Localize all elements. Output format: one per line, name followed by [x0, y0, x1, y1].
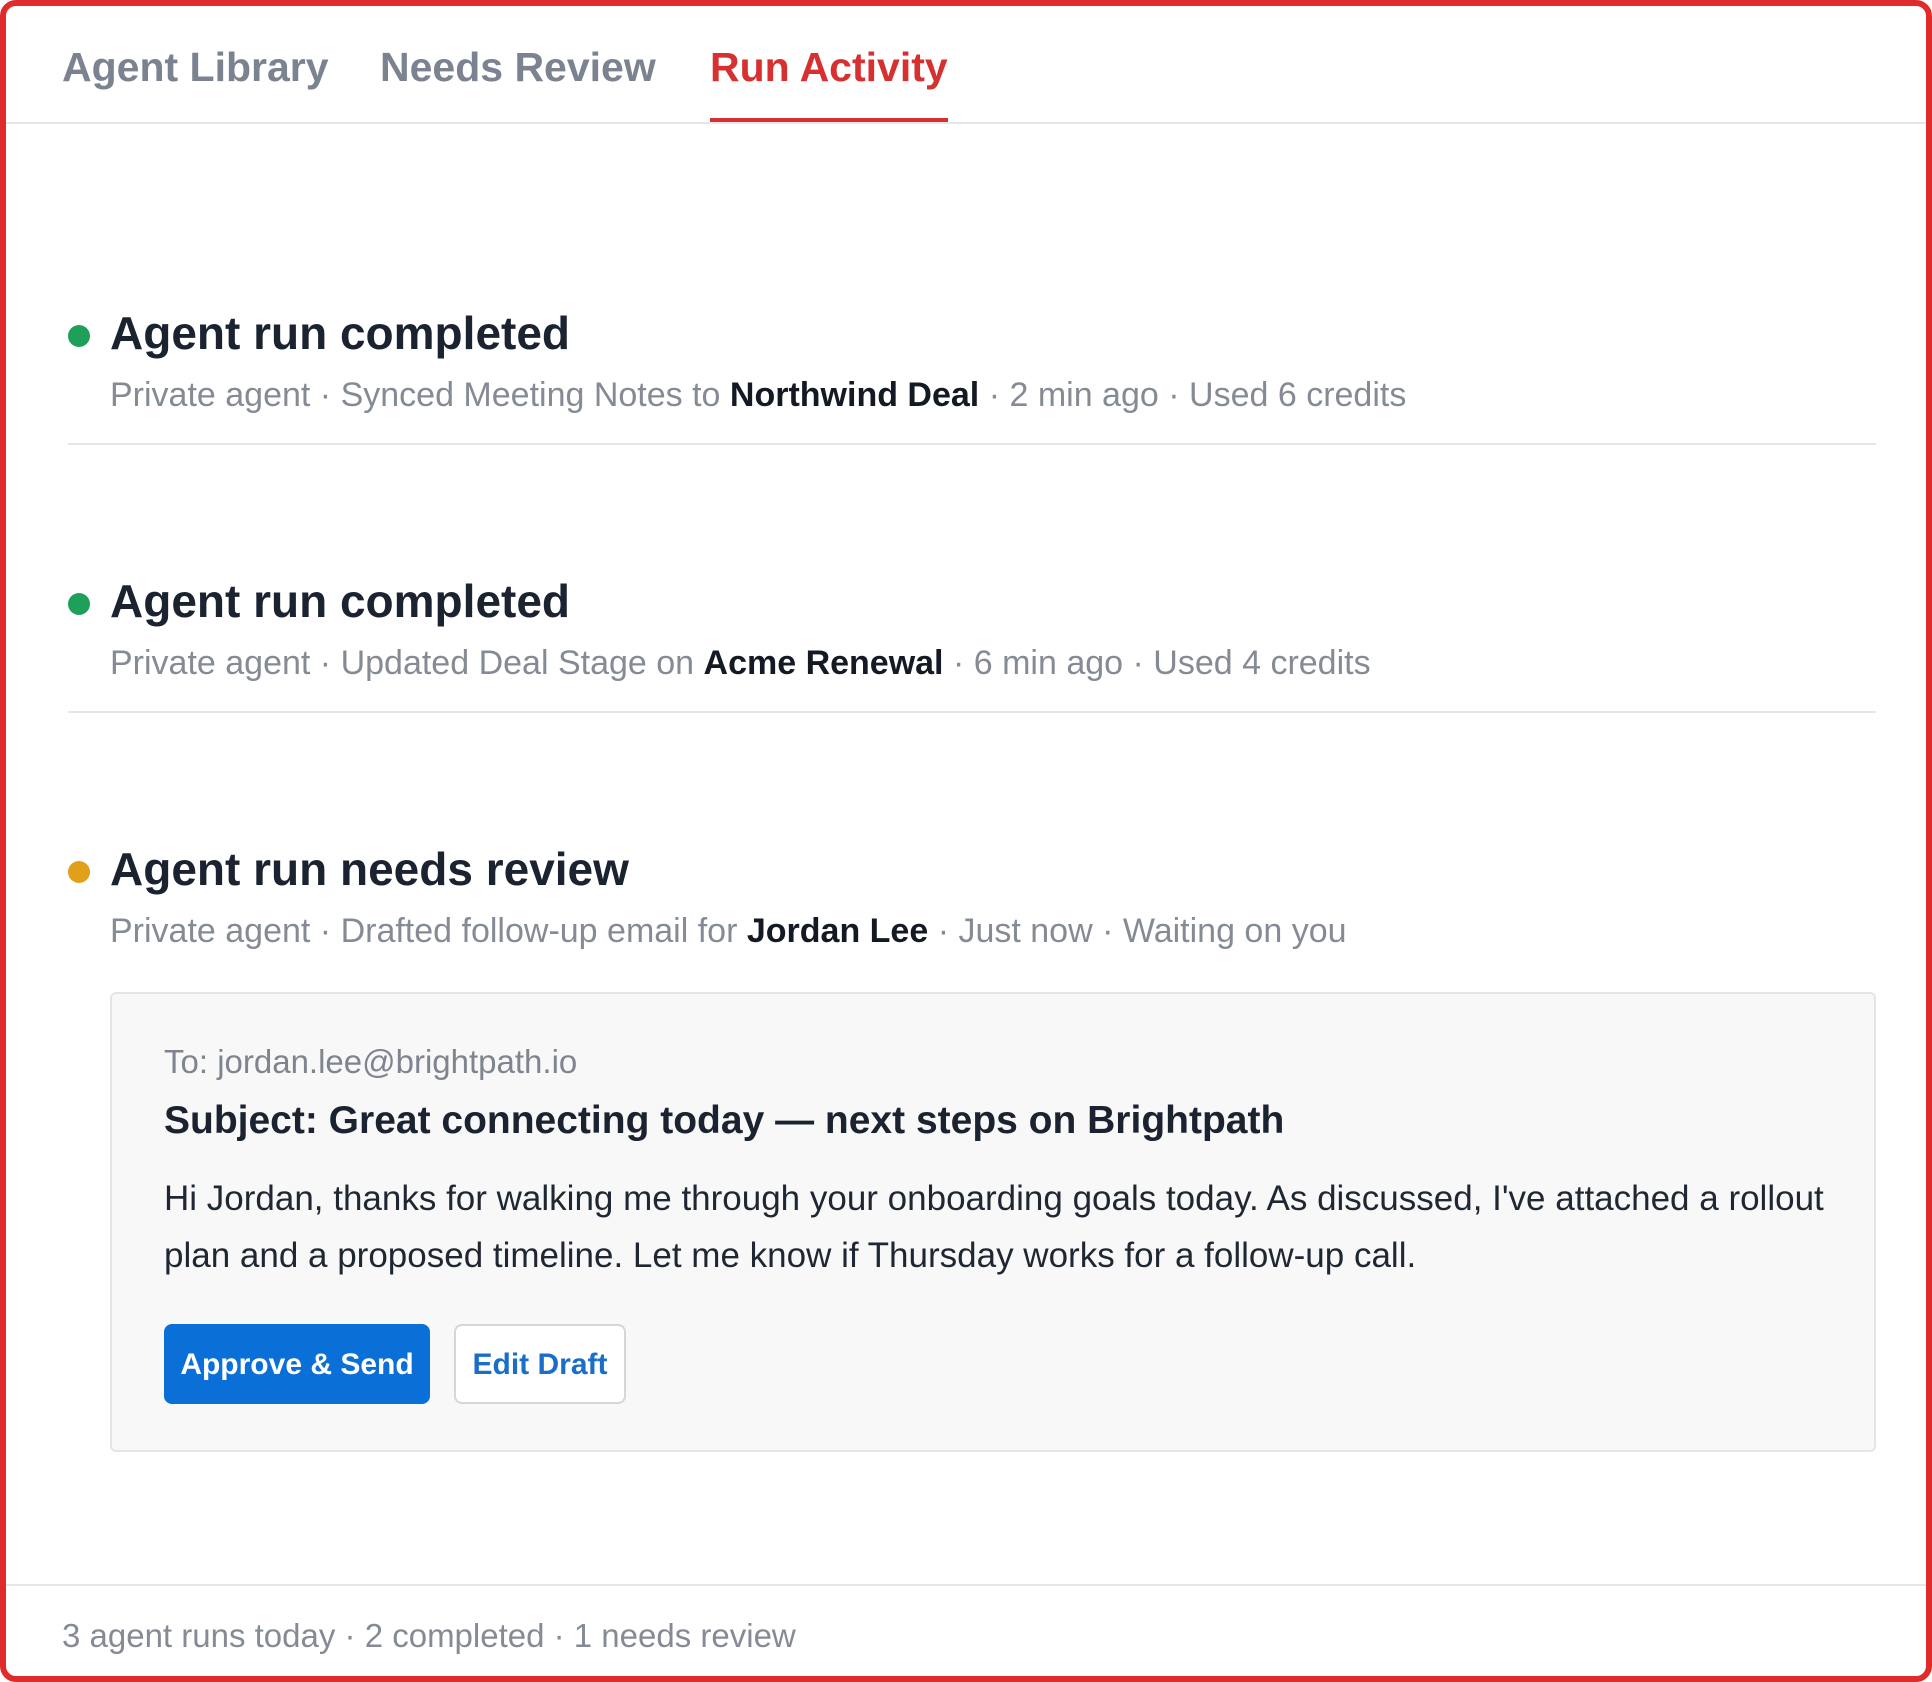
status-dot-icon [68, 861, 90, 883]
draft-subject: Subject: Great connecting today — next s… [164, 1099, 1285, 1142]
meta-separator: · [1123, 644, 1154, 682]
run-meta: Private agent · Updated Deal Stage on Ac… [110, 641, 1371, 685]
meta-separator: · [1158, 376, 1190, 414]
run-title: Agent run needs review [110, 843, 629, 895]
meta-separator: · [310, 912, 341, 950]
status-dot-icon [68, 325, 90, 347]
meta-separator: · [310, 376, 341, 414]
run-scope: Private agent [110, 644, 311, 682]
tab-bar: Agent Library Needs Review Run Activity [6, 6, 1926, 124]
run-time: 6 min ago [973, 644, 1124, 682]
run-meta: Private agent · Drafted follow-up email … [110, 909, 1347, 953]
run-meta: Private agent · Synced Meeting Notes to … [110, 373, 1406, 417]
run-item: Agent run completed Private agent · Sync… [62, 303, 1876, 414]
tab-agent-library[interactable]: Agent Library [62, 38, 329, 96]
run-header: Agent run completed [62, 571, 1876, 631]
run-target: Northwind Deal [729, 376, 980, 414]
meta-separator: · [979, 376, 1010, 414]
run-header: Agent run completed [62, 303, 1876, 363]
run-detail: Used 4 credits [1153, 644, 1371, 682]
edit-draft-button[interactable]: Edit Draft [454, 1324, 626, 1404]
run-action: Synced Meeting Notes to [340, 376, 730, 414]
run-detail: Waiting on you [1122, 912, 1347, 950]
run-action: Drafted follow-up email for [340, 912, 747, 950]
tab-run-activity[interactable]: Run Activity [710, 38, 948, 122]
run-scope: Private agent [110, 912, 311, 950]
meta-separator: · [928, 912, 959, 950]
run-item: Agent run needs review Private agent · D… [62, 839, 1876, 950]
run-time: 2 min ago [1009, 376, 1159, 414]
run-action: Updated Deal Stage on [340, 644, 704, 682]
run-time: Just now [958, 912, 1093, 950]
email-draft-card: To: jordan.lee@brightpath.io Subject: Gr… [110, 992, 1876, 1452]
run-item: Agent run completed Private agent · Upda… [62, 571, 1876, 682]
run-title: Agent run completed [110, 307, 571, 359]
run-target: Jordan Lee [746, 912, 929, 950]
run-detail: Used 6 credits [1189, 376, 1407, 414]
meta-separator: · [1092, 912, 1123, 950]
status-dot-icon [68, 593, 90, 615]
run-summary: 3 agent runs today · 2 completed · 1 nee… [62, 1617, 796, 1654]
approve-send-button[interactable]: Approve & Send [164, 1324, 430, 1404]
meta-separator: · [310, 644, 341, 682]
run-activity-panel: Agent Library Needs Review Run Activity … [0, 0, 1932, 1682]
draft-body: Hi Jordan, thanks for walking me through… [164, 1179, 1824, 1275]
run-scope: Private agent [110, 376, 311, 414]
run-target: Acme Renewal [703, 644, 944, 682]
draft-recipient: To: jordan.lee@brightpath.io [164, 1043, 578, 1080]
run-divider [68, 711, 1876, 713]
meta-separator: · [943, 644, 974, 682]
run-title: Agent run completed [110, 575, 571, 627]
run-header: Agent run needs review [62, 839, 1876, 899]
run-divider [68, 443, 1876, 445]
tab-needs-review[interactable]: Needs Review [380, 38, 656, 96]
footer-bar: 3 agent runs today · 2 completed · 1 nee… [6, 1584, 1926, 1676]
